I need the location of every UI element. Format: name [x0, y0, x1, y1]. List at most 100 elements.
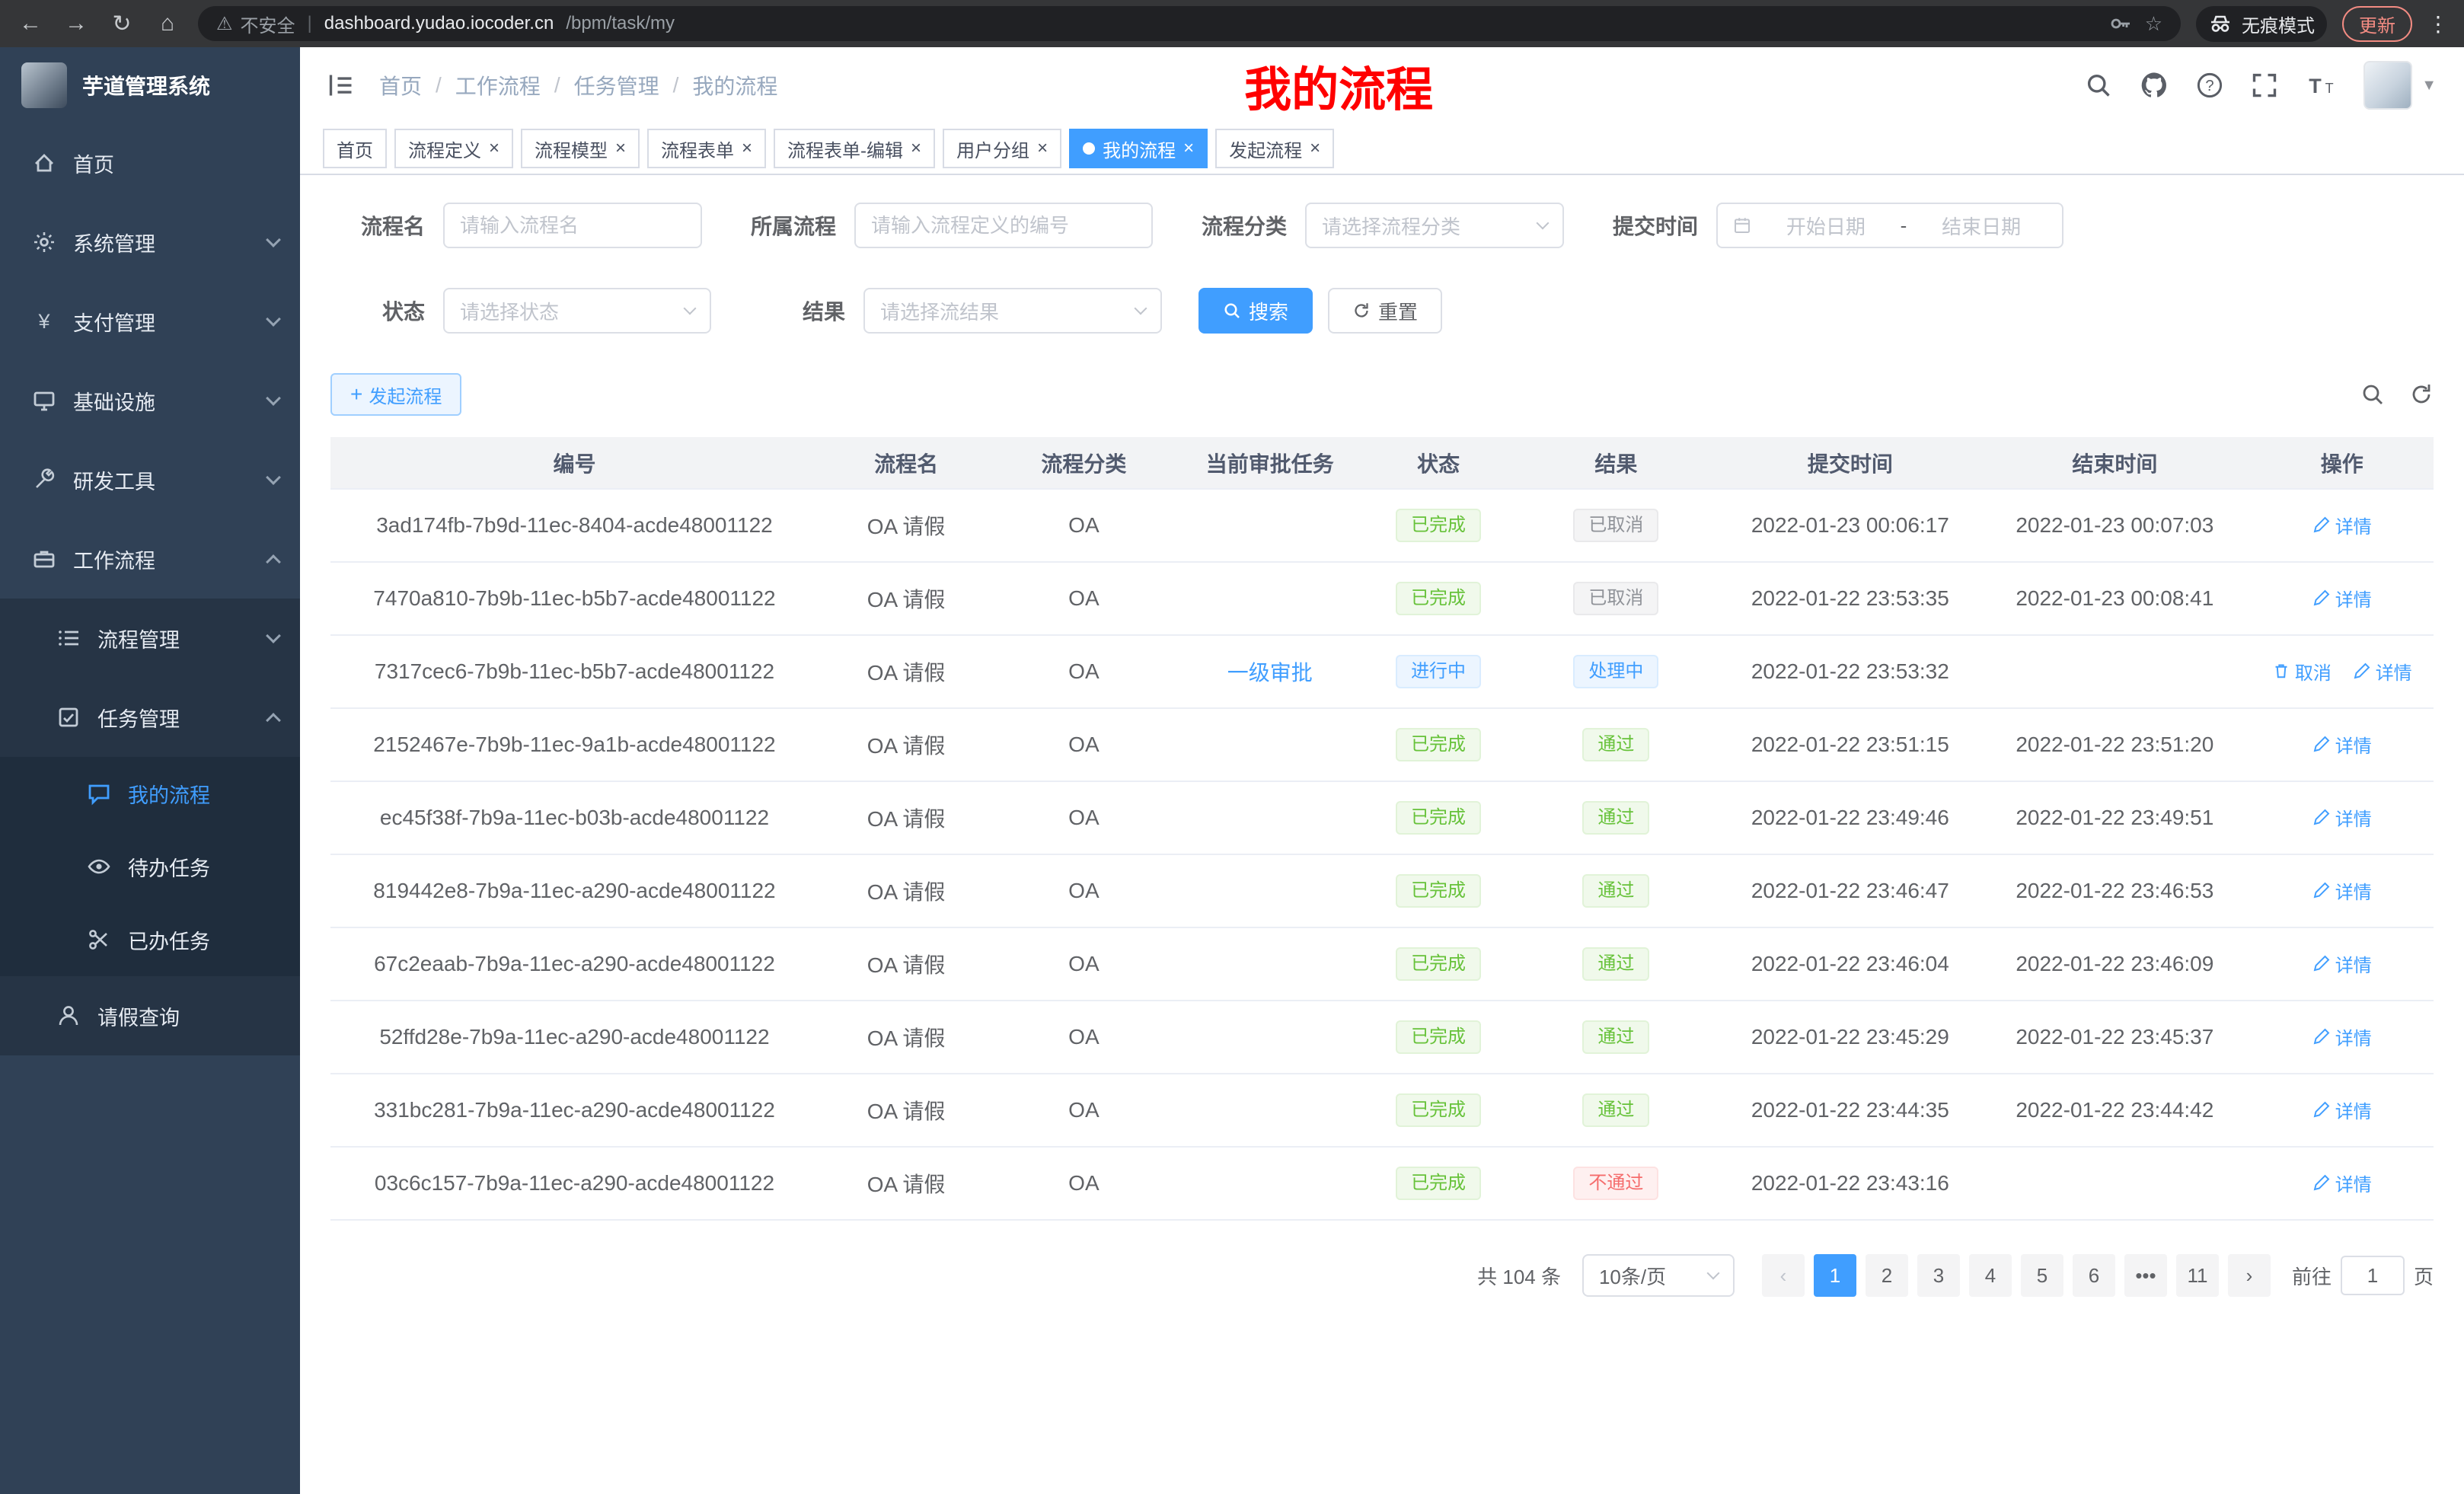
status-select[interactable]: 请选择状态 [443, 288, 711, 334]
refresh-icon [1352, 302, 1371, 320]
detail-link[interactable]: 详情 [2312, 1023, 2372, 1050]
page-button[interactable]: 4 [1969, 1254, 2012, 1297]
close-icon[interactable]: × [742, 139, 752, 158]
submit-time-range-picker[interactable]: 开始日期 - 结束日期 [1716, 203, 2063, 248]
breadcrumb-home[interactable]: 首页 [379, 70, 422, 101]
tab-process-form[interactable]: 流程表单× [647, 129, 766, 168]
toggle-search-icon[interactable] [2360, 382, 2385, 407]
sidebar-item-payment[interactable]: ¥ 支付管理 [0, 282, 300, 361]
page-button[interactable]: 2 [1866, 1254, 1908, 1297]
detail-link[interactable]: 详情 [2312, 950, 2372, 977]
github-icon[interactable] [2140, 71, 2169, 100]
page-button[interactable]: 5 [2021, 1254, 2063, 1297]
sidebar-item-system[interactable]: 系统管理 [0, 203, 300, 282]
sidebar-toggle-icon[interactable] [327, 72, 355, 99]
status-badge: 已完成 [1396, 874, 1481, 908]
forward-icon[interactable]: → [61, 11, 91, 37]
page-ellipsis[interactable]: ••• [2124, 1254, 2167, 1297]
tab-home[interactable]: 首页 [323, 129, 387, 168]
detail-link[interactable]: 详情 [2312, 1170, 2372, 1196]
reload-icon[interactable]: ↻ [107, 11, 137, 37]
cancel-link[interactable]: 取消 [2272, 658, 2332, 685]
detail-link[interactable]: 详情 [2312, 585, 2372, 611]
breadcrumb-task-management[interactable]: 任务管理 [574, 70, 659, 101]
tab-start-process[interactable]: 发起流程× [1215, 129, 1334, 168]
sidebar-item-home[interactable]: 首页 [0, 123, 300, 203]
detail-link[interactable]: 详情 [2312, 804, 2372, 831]
home-icon [30, 151, 58, 175]
detail-link[interactable]: 详情 [2353, 658, 2412, 685]
detail-link[interactable]: 详情 [2312, 731, 2372, 758]
briefcase-icon [30, 547, 58, 571]
process-name-label: 流程名 [330, 210, 425, 241]
page-button[interactable]: 6 [2073, 1254, 2115, 1297]
app-logo[interactable]: 芋道管理系统 [0, 47, 300, 123]
current-task-link[interactable]: 一级审批 [1227, 661, 1313, 685]
detail-link[interactable]: 详情 [2312, 512, 2372, 538]
browser-menu-icon[interactable]: ⋮ [2427, 11, 2449, 37]
close-icon[interactable]: × [615, 139, 626, 158]
breadcrumb-workflow[interactable]: 工作流程 [455, 70, 541, 101]
password-key-icon[interactable] [2108, 11, 2133, 36]
sidebar-item-todo-tasks[interactable]: 待办任务 [0, 830, 300, 903]
refresh-table-icon[interactable] [2409, 382, 2434, 407]
process-table: 编号 流程名 流程分类 当前审批任务 状态 结果 提交时间 结束时间 操作 [330, 437, 2434, 1221]
prev-page-button[interactable]: ‹ [1762, 1254, 1805, 1297]
security-warning[interactable]: ⚠ 不安全 [216, 11, 295, 37]
start-process-button[interactable]: + 发起流程 [330, 373, 461, 416]
page-button[interactable]: 1 [1814, 1254, 1856, 1297]
process-name-input[interactable] [443, 203, 702, 248]
process-def-input[interactable] [854, 203, 1153, 248]
user-menu[interactable]: ▼ [2363, 61, 2437, 110]
page-button[interactable]: 11 [2176, 1254, 2219, 1297]
close-icon[interactable]: × [1037, 139, 1048, 158]
chrome-update-button[interactable]: 更新 [2342, 6, 2412, 42]
table-row: ec45f38f-7b9a-11ec-b03b-acde48001122 OA … [330, 781, 2434, 854]
reset-button[interactable]: 重置 [1328, 288, 1442, 334]
close-icon[interactable]: × [1310, 139, 1320, 158]
tab-my-process[interactable]: 我的流程× [1069, 129, 1208, 168]
page-size-select[interactable]: 10条/页 [1582, 1254, 1735, 1297]
help-icon[interactable]: ? [2196, 72, 2223, 99]
sidebar-item-my-process[interactable]: 我的流程 [0, 757, 300, 830]
avatar [2363, 61, 2412, 110]
chevron-down-icon [1537, 217, 1550, 230]
back-icon[interactable]: ← [15, 11, 46, 37]
close-icon[interactable]: × [489, 139, 500, 158]
chevron-down-icon [266, 628, 281, 643]
tab-process-definition[interactable]: 流程定义× [394, 129, 513, 168]
goto-label: 前往 [2292, 1262, 2332, 1290]
category-select[interactable]: 请选择流程分类 [1305, 203, 1564, 248]
sidebar-item-infrastructure[interactable]: 基础设施 [0, 361, 300, 440]
sidebar-item-done-tasks[interactable]: 已办任务 [0, 903, 300, 976]
sidebar-item-process-management[interactable]: 流程管理 [0, 599, 300, 678]
detail-link[interactable]: 详情 [2312, 877, 2372, 904]
font-size-icon[interactable]: TT [2306, 72, 2336, 99]
result-select[interactable]: 请选择流结果 [863, 288, 1162, 334]
col-current-task: 当前审批任务 [1174, 437, 1366, 489]
sidebar-item-devtools[interactable]: 研发工具 [0, 440, 300, 519]
home-icon[interactable]: ⌂ [152, 11, 183, 37]
tab-process-form-edit[interactable]: 流程表单-编辑× [774, 129, 935, 168]
tab-user-group[interactable]: 用户分组× [943, 129, 1061, 168]
chevron-down-icon [266, 470, 281, 485]
search-button[interactable]: 搜索 [1198, 288, 1313, 334]
next-page-button[interactable]: › [2228, 1254, 2271, 1297]
edit-icon [2312, 735, 2331, 753]
address-bar[interactable]: ⚠ 不安全 | dashboard.yudao.iocoder.cn/bpm/t… [198, 6, 2181, 41]
fullscreen-icon[interactable] [2251, 72, 2278, 99]
sidebar-item-workflow[interactable]: 工作流程 [0, 519, 300, 599]
calendar-icon [1733, 216, 1751, 235]
tab-process-model[interactable]: 流程模型× [521, 129, 640, 168]
sidebar-item-leave-query[interactable]: 请假查询 [0, 976, 300, 1055]
close-icon[interactable]: × [911, 139, 921, 158]
page-button[interactable]: 3 [1917, 1254, 1960, 1297]
main-content: 流程名 所属流程 流程分类 请选择流程分类 提交时间 开始日期 - 结束日期 [300, 175, 2464, 1494]
search-icon[interactable] [2085, 72, 2112, 99]
close-icon[interactable]: × [1183, 139, 1194, 158]
bookmark-star-icon[interactable]: ☆ [2145, 12, 2162, 36]
table-row: 331bc281-7b9a-11ec-a290-acde48001122 OA … [330, 1074, 2434, 1147]
goto-page-input[interactable] [2341, 1256, 2405, 1295]
detail-link[interactable]: 详情 [2312, 1097, 2372, 1123]
sidebar-item-task-management[interactable]: 任务管理 [0, 678, 300, 757]
